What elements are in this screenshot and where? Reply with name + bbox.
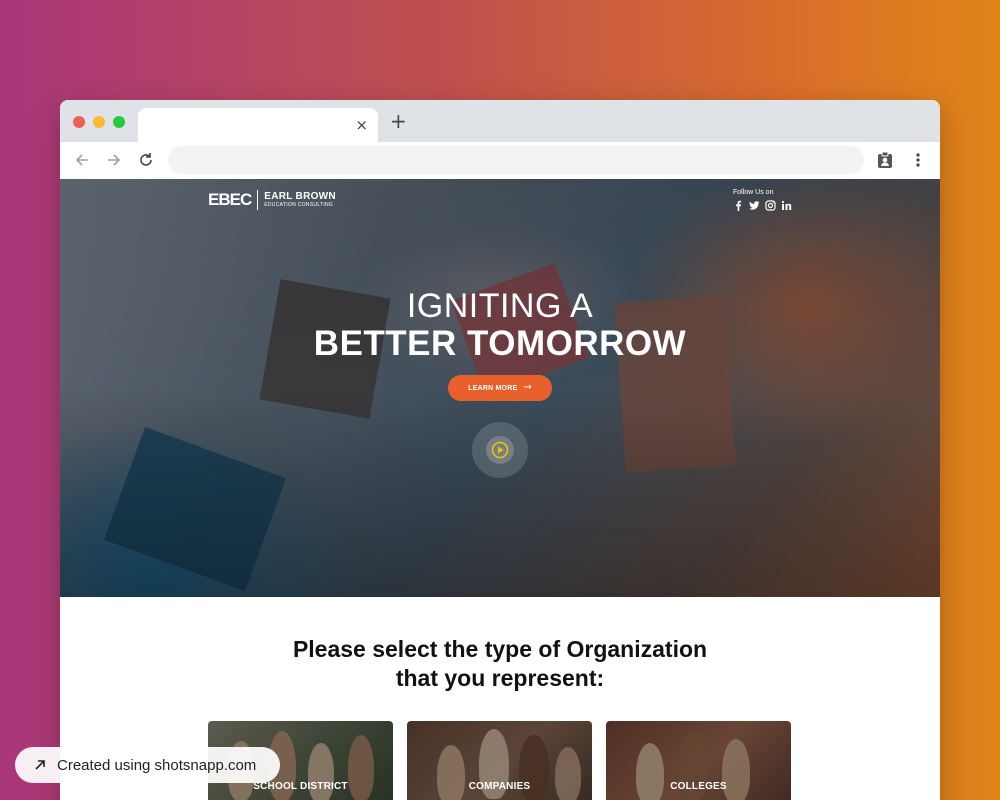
organization-section-title: Please select the type of Organization t… bbox=[60, 635, 940, 693]
logo-text: EARL BROWN EDUCATION CONSULTING bbox=[264, 191, 336, 209]
site-logo[interactable]: EBEC EARL BROWN EDUCATION CONSULTING bbox=[208, 189, 336, 211]
org-label: COMPANIES bbox=[468, 781, 531, 792]
browser-tab[interactable]: × bbox=[138, 108, 378, 142]
follow-label: Follow Us on bbox=[733, 189, 774, 196]
maximize-window-button[interactable] bbox=[113, 116, 125, 128]
close-window-button[interactable] bbox=[73, 116, 85, 128]
reload-icon[interactable] bbox=[137, 151, 155, 169]
browser-window: × + EBEC EARL BROWN EDUCATION CONSULTING… bbox=[60, 100, 940, 800]
browser-toolbar bbox=[60, 142, 940, 179]
social-icons bbox=[733, 200, 792, 211]
minimize-window-button[interactable] bbox=[93, 116, 105, 128]
play-icon bbox=[491, 441, 509, 459]
org-card-companies[interactable]: COMPANIES bbox=[407, 721, 592, 800]
learn-more-label: LEARN MORE bbox=[468, 384, 518, 392]
shotsnapp-badge[interactable]: Created using shotsnapp.com bbox=[15, 747, 280, 783]
title-line-1: Please select the type of Organization bbox=[292, 636, 708, 662]
play-video-button[interactable] bbox=[472, 422, 528, 478]
more-menu-icon[interactable] bbox=[910, 151, 926, 169]
org-label: COLLEGES bbox=[670, 781, 727, 792]
title-line-2: that you represent: bbox=[395, 665, 605, 691]
play-button-inner bbox=[486, 436, 514, 464]
forward-arrow-icon[interactable] bbox=[105, 151, 123, 169]
logo-mark: EBEC bbox=[208, 190, 252, 209]
logo-divider bbox=[257, 190, 259, 210]
new-tab-button[interactable]: + bbox=[390, 111, 407, 131]
tab-close-icon[interactable]: × bbox=[355, 116, 368, 134]
clipboard-user-icon[interactable] bbox=[876, 151, 894, 169]
facebook-icon[interactable] bbox=[733, 200, 744, 211]
hero-headline-line-2: BETTER TOMORROW bbox=[313, 324, 687, 363]
shotsnapp-badge-text: Created using shotsnapp.com bbox=[57, 756, 257, 774]
address-bar[interactable] bbox=[168, 146, 864, 174]
learn-more-button[interactable]: LEARN MORE → bbox=[448, 375, 552, 401]
tab-bar: × + bbox=[60, 100, 940, 142]
back-arrow-icon[interactable] bbox=[73, 151, 91, 169]
logo-subtitle: EDUCATION CONSULTING bbox=[264, 202, 334, 208]
hero-section: EBEC EARL BROWN EDUCATION CONSULTING Fol… bbox=[60, 179, 940, 597]
linkedin-icon[interactable] bbox=[781, 200, 792, 211]
instagram-icon[interactable] bbox=[765, 200, 776, 211]
arrow-right-icon: → bbox=[523, 382, 532, 393]
twitter-icon[interactable] bbox=[749, 200, 760, 211]
org-label: SCHOOL DISTRICT bbox=[253, 781, 348, 792]
arrow-up-right-icon bbox=[35, 760, 45, 770]
hero-headline-line-1: IGNITING A bbox=[406, 287, 594, 325]
org-card-colleges[interactable]: COLLEGES bbox=[606, 721, 791, 800]
logo-name: EARL BROWN bbox=[264, 191, 336, 202]
social-follow: Follow Us on bbox=[733, 188, 792, 211]
